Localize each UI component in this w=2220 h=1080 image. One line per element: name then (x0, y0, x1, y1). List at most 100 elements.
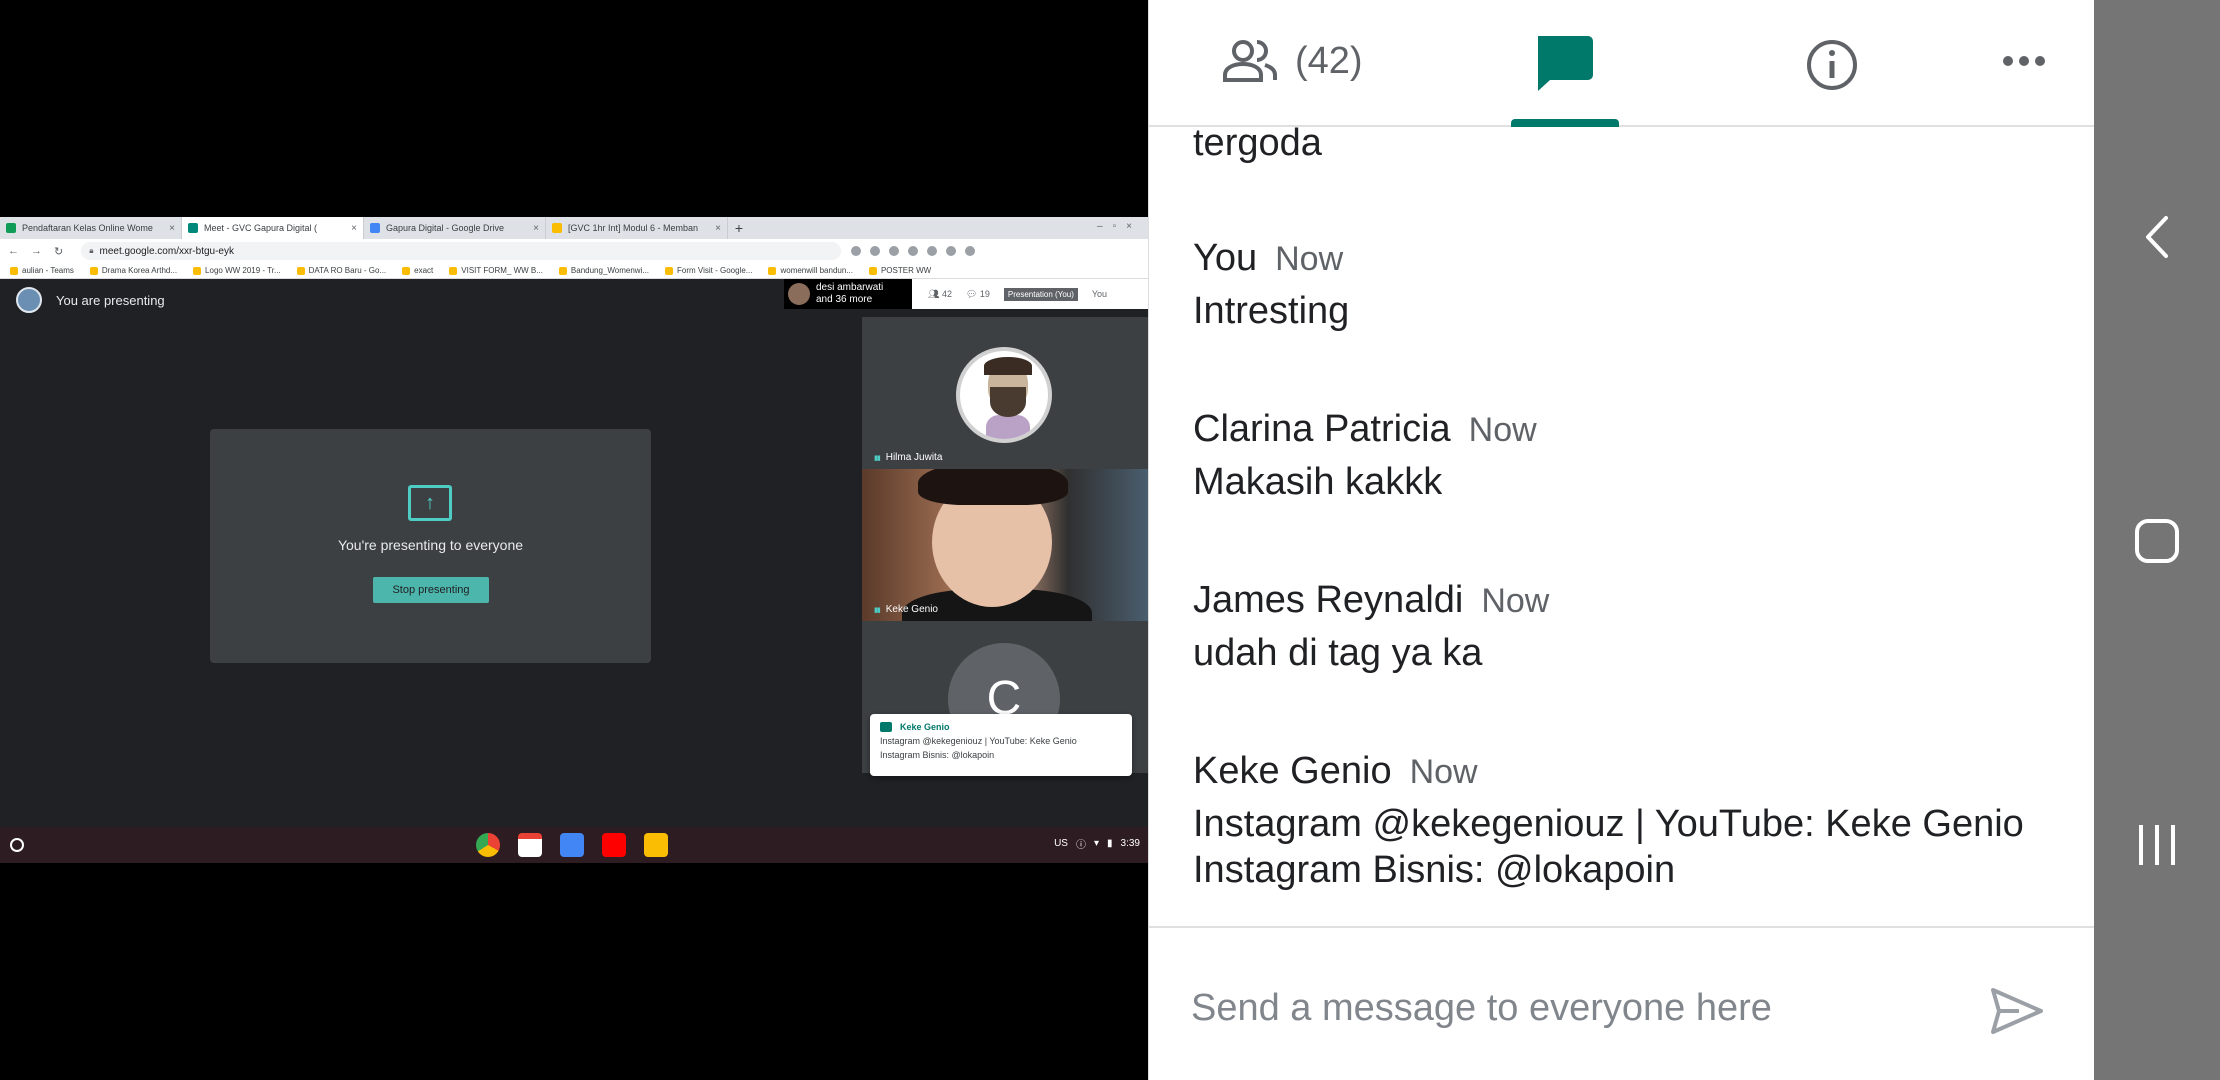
bookmark[interactable]: aulian - Teams (10, 266, 74, 275)
back-icon[interactable]: ← (8, 245, 19, 257)
new-tab-button[interactable]: + (728, 220, 750, 236)
back-button[interactable] (2094, 214, 2220, 260)
extension-icon[interactable] (946, 246, 957, 256)
send-button[interactable] (1989, 986, 2045, 1041)
bookmark[interactable]: Logo WW 2019 - Tr... (193, 266, 281, 275)
tab-chat[interactable] (1511, 32, 1619, 127)
extension-icon[interactable] (927, 246, 938, 256)
chat-icon (1538, 36, 1593, 91)
close-icon[interactable]: × (533, 223, 539, 234)
close-icon[interactable]: × (169, 223, 175, 234)
close-icon[interactable]: × (351, 223, 357, 234)
participant-video-tile[interactable]: Keke Genio (862, 469, 1148, 621)
bookmark[interactable]: womenwill bandun... (768, 266, 852, 275)
participants-summary[interactable]: desi ambarwati and 36 more (784, 279, 912, 309)
extension-icon[interactable] (851, 246, 862, 256)
message-text: udah di tag ya ka (1193, 632, 1483, 674)
present-screen-icon (408, 485, 452, 521)
android-nav-bar (2094, 0, 2220, 1080)
presenting-indicator: You are presenting (16, 287, 165, 313)
extension-icon[interactable] (965, 246, 976, 256)
message-list[interactable]: tergoda You Now Intresting Clarina Patric… (1149, 127, 2095, 927)
participant-name: Keke Genio (874, 604, 938, 615)
participant-names: desi ambarwati (816, 282, 884, 293)
tab-label: Pendaftaran Kelas Online Wome (22, 223, 153, 233)
bookmark[interactable]: POSTER WW (869, 266, 931, 275)
extension-icon[interactable] (889, 246, 900, 256)
shelf-apps (476, 833, 668, 857)
keep-icon[interactable] (644, 833, 668, 857)
browser-toolbar: ← → ↻ 🔒︎ meet.google.com/xxr-btgu-eyk (0, 239, 1148, 263)
extension-icon[interactable] (908, 246, 919, 256)
browser-tab[interactable]: [GVC 1hr Int] Modul 6 - Memban × (546, 217, 728, 239)
more-options-icon[interactable] (2001, 54, 2047, 73)
people-button[interactable]: 👥︎ 42 (928, 289, 952, 300)
system-tray[interactable]: US ⓘ ▾ ▮ 3:39 (1054, 836, 1140, 851)
message-time: Now (1275, 240, 1344, 278)
message-input[interactable] (1191, 978, 1951, 1038)
bookmarks-bar: aulian - Teams Drama Korea Arthd... Logo… (0, 263, 1148, 279)
back-chevron-icon (2146, 216, 2168, 258)
meet-page: You are presenting desi ambarwati and 36… (0, 279, 1148, 827)
participant-name: Hilma Juwita (874, 452, 943, 463)
chat-message: James Reynaldi Now udah di tag ya ka (1193, 577, 1549, 676)
docs-icon[interactable] (560, 833, 584, 857)
tab-people[interactable]: (42) (1221, 38, 1363, 84)
stop-presenting-button[interactable]: Stop presenting (373, 577, 489, 603)
participant-tile[interactable]: Hilma Juwita (862, 317, 1148, 469)
notification-line: Instagram @kekegeniouz | YouTube: Keke G… (880, 736, 1077, 746)
presentation-tile[interactable]: Presentation (You) (1003, 287, 1078, 301)
bookmark[interactable]: VISIT FORM_ WW B... (449, 266, 543, 275)
participant-more: and 36 more (816, 294, 873, 305)
message-time: Now (1409, 753, 1478, 791)
chat-button[interactable]: 💬︎ 19 (966, 289, 990, 300)
panel-tabs: (42) (1149, 0, 2095, 127)
participant-count: (42) (1295, 39, 1363, 82)
youtube-icon[interactable] (602, 833, 626, 857)
recents-button[interactable] (2094, 822, 2220, 868)
meet-top-controls: 👥︎ 42 💬︎ 19 Presentation (You) You (912, 279, 1148, 309)
browser-tab-active[interactable]: Meet - GVC Gapura Digital ( × (182, 217, 364, 239)
address-bar[interactable]: 🔒︎ meet.google.com/xxr-btgu-eyk (81, 242, 842, 260)
tab-label: [GVC 1hr Int] Modul 6 - Memban (568, 223, 699, 233)
extension-icons[interactable] (851, 246, 976, 256)
browser-tab[interactable]: Gapura Digital - Google Drive × (364, 217, 546, 239)
bookmark[interactable]: Form Visit - Google... (665, 266, 752, 275)
bookmark[interactable]: Drama Korea Arthd... (90, 266, 177, 275)
avatar (956, 347, 1052, 443)
notification-line: Instagram Bisnis: @lokapoin (880, 750, 995, 760)
meet-icon (188, 223, 198, 233)
home-button[interactable] (2094, 518, 2220, 564)
bookmark[interactable]: exact (402, 266, 433, 275)
avatar (16, 287, 42, 313)
gmail-icon[interactable] (518, 833, 542, 857)
presenting-message: You're presenting to everyone (337, 537, 524, 553)
os-shelf: US ⓘ ▾ ▮ 3:39 (0, 827, 1148, 863)
browser-tab[interactable]: Pendaftaran Kelas Online Wome × (0, 217, 182, 239)
device-screen: Pendaftaran Kelas Online Wome × Meet - G… (0, 0, 2220, 1080)
sheets-icon (6, 223, 16, 233)
battery-icon: ▮ (1107, 838, 1113, 849)
close-icon[interactable]: × (715, 223, 721, 234)
presenting-card: You're presenting to everyone Stop prese… (210, 429, 651, 663)
forward-icon[interactable]: → (31, 245, 42, 257)
bookmark[interactable]: Bandung_Womenwi... (559, 266, 649, 275)
reload-icon[interactable]: ↻ (54, 245, 63, 258)
tab-info[interactable] (1805, 38, 1859, 97)
window-controls[interactable]: –▫× (1097, 221, 1142, 232)
chat-notification[interactable]: Keke Genio Instagram @kekegeniouz | YouT… (870, 714, 1132, 776)
chrome-icon[interactable] (476, 833, 500, 857)
wifi-icon: ▾ (1093, 838, 1100, 849)
self-tile[interactable]: You (1092, 289, 1107, 299)
url-text: meet.google.com/xxr-btgu-eyk (99, 245, 234, 257)
video-feed (862, 469, 1148, 621)
bookmark[interactable]: DATA RO Baru - Go... (297, 266, 387, 275)
send-icon (1991, 988, 2043, 1034)
launcher-button[interactable] (10, 838, 24, 852)
people-count: 42 (941, 288, 952, 299)
message-text: tergoda (1193, 127, 1322, 164)
message-sender: You (1193, 237, 1258, 279)
extension-icon[interactable] (870, 246, 881, 256)
chat-message: Clarina Patricia Now Makasih kakkk (1193, 406, 1537, 505)
tab-label: Meet - GVC Gapura Digital ( (204, 223, 318, 233)
